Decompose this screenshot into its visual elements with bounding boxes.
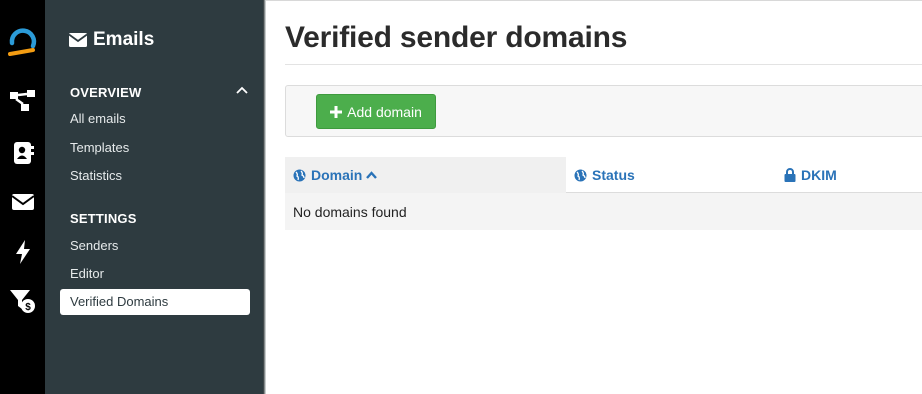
empty-message: No domains found [293,203,407,220]
sidebar-item-editor[interactable]: Editor [70,266,104,281]
envelope-icon [69,33,87,47]
column-header-dkim[interactable]: DKIM [784,157,837,193]
email-icon[interactable] [0,193,45,211]
toolbar: Add domain [285,85,922,137]
sidebar-item-verified-domains[interactable]: Verified Domains [60,289,250,315]
sort-asc-icon [366,171,378,179]
section-settings: SETTINGS [70,211,137,226]
sidebar-title: Emails [69,29,154,51]
globe-icon [293,169,306,182]
chevron-up-icon[interactable] [236,86,248,94]
svg-text:$: $ [25,302,31,313]
column-header-status[interactable]: Status [574,157,635,193]
title-divider [285,64,922,65]
sidebar-item-all-emails[interactable]: All emails [70,111,126,126]
column-header-dkim-label: DKIM [801,167,837,183]
sidebar-item-senders[interactable]: Senders [70,238,118,253]
empty-row: No domains found [285,193,922,230]
main-content: Verified sender domains Add domain Domai… [266,0,922,394]
domains-table: Domain Status DKIM No domains found [285,157,922,230]
globe-icon [574,169,587,182]
page-title: Verified sender domains [285,21,628,54]
add-domain-label: Add domain [347,103,422,120]
sidebar-item-templates[interactable]: Templates [70,140,129,155]
icon-rail: $ [0,0,45,394]
lock-icon [784,168,796,182]
add-domain-button[interactable]: Add domain [316,94,436,129]
column-header-domain[interactable]: Domain [285,157,566,193]
sidebar-title-label: Emails [93,29,155,50]
column-header-status-label: Status [592,167,635,183]
logo-icon[interactable] [0,26,45,58]
section-overview: OVERVIEW [70,85,142,100]
sidebar: Emails OVERVIEW All emails Templates Sta… [45,0,263,394]
table-header: Domain Status DKIM [285,157,922,193]
sidebar-item-statistics[interactable]: Statistics [70,168,122,183]
funnel-dollar-icon[interactable]: $ [0,288,45,314]
workflow-icon[interactable] [0,89,45,113]
contacts-icon[interactable] [0,141,45,165]
bolt-icon[interactable] [0,240,45,264]
column-header-domain-label: Domain [311,167,363,183]
plus-icon [330,105,343,118]
top-border [266,0,922,1]
